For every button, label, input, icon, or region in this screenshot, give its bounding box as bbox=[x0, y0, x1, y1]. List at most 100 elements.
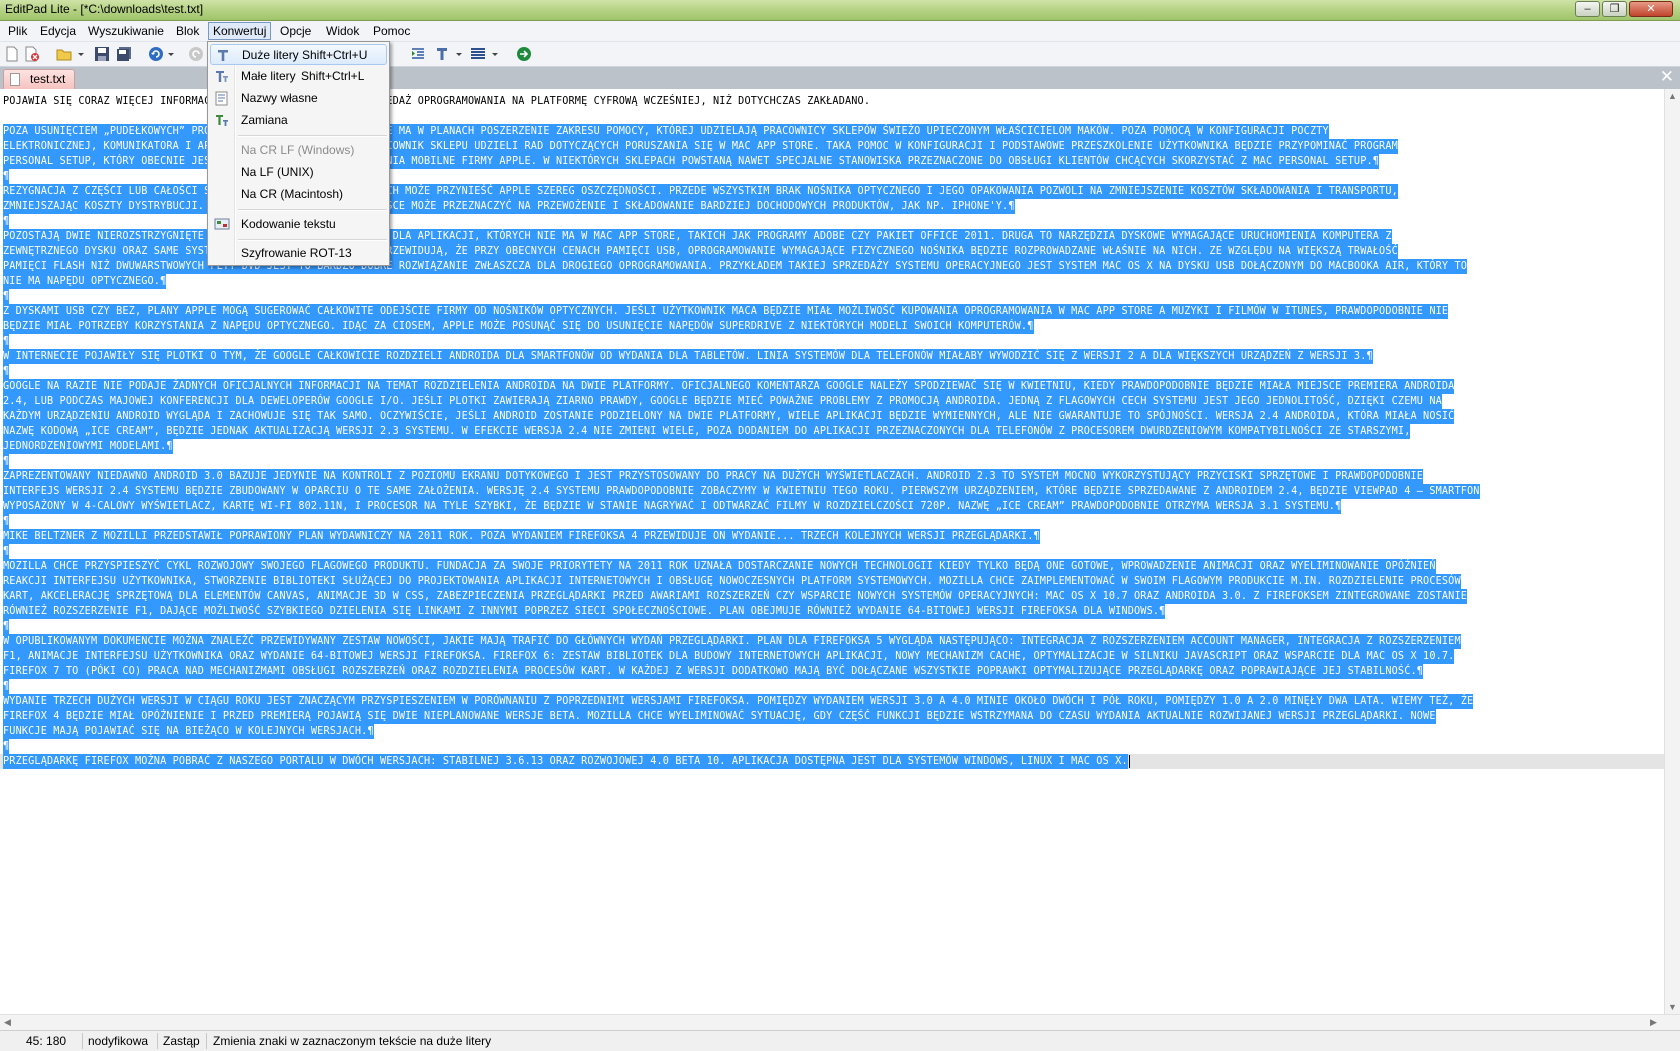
editor-line: JEDNORDZENIOWYMI MODELAMI.¶ bbox=[3, 439, 173, 454]
editor-line: FUNKCJE MAJĄ POJAWIAĆ SIĘ NA BIEŻĄCO W K… bbox=[3, 724, 374, 739]
text-caret bbox=[1128, 755, 1130, 768]
paragraph-mark-icon: ¶ bbox=[1372, 156, 1380, 167]
paragraph-mark-icon: ¶ bbox=[3, 546, 10, 557]
editor-line: PRZEGLĄDARKĘ FIREFOX MOŻNA POBRAĆ Z NASZ… bbox=[3, 754, 1128, 769]
menu-item-uppercase[interactable]: Duże litery Shift+Ctrl+U bbox=[210, 44, 387, 65]
undo-icon[interactable] bbox=[148, 46, 164, 62]
encoding-icon bbox=[214, 216, 230, 232]
menu-opcje[interactable]: Opcje bbox=[276, 22, 315, 40]
editor-line: POZA USUNIĘCIEM „PUDEŁKOWYCH” PROGRAMÓW … bbox=[3, 124, 1329, 139]
minimize-button[interactable]: – bbox=[1575, 1, 1600, 17]
menu-item-lowercase[interactable]: Małe litery Shift+Ctrl+L bbox=[210, 66, 387, 87]
close-file-icon[interactable] bbox=[24, 46, 40, 62]
block-icon[interactable] bbox=[470, 46, 486, 62]
editor-line: ZMNIEJSZAJĄC KOSZTY DYSTRYBUCJI. DODATKO… bbox=[3, 199, 1015, 214]
menu-konwertuj[interactable]: Konwertuj bbox=[208, 22, 272, 40]
editor-line: W INTERNECIE POJAWIŁY SIĘ PLOTKI O TYM, … bbox=[3, 349, 1373, 364]
editor-line: ZAPREZENTOWANY NIEDAWNO ANDROID 3.0 BAZU… bbox=[3, 469, 1424, 484]
scroll-down-arrow-icon[interactable]: ▼ bbox=[1668, 1002, 1677, 1012]
editor-line: BĘDZIE MIAŁ POTRZEBY KORZYSTANIA Z NAPĘD… bbox=[3, 319, 1034, 334]
close-tab-icon[interactable]: ✕ bbox=[1660, 68, 1674, 85]
editor-line: NAZWĘ KODOWĄ „ICE CREAM”, BĘDZIE JEDNAK … bbox=[3, 424, 1411, 439]
status-hint: Zmienia znaki w zaznaczonym tekście na d… bbox=[213, 1034, 492, 1048]
paragraph-mark-icon: ¶ bbox=[1159, 606, 1166, 617]
lowercase-icon bbox=[214, 68, 230, 84]
vertical-scrollbar[interactable]: ▲ ▼ bbox=[1664, 89, 1680, 1014]
editor-line: ¶ bbox=[3, 544, 10, 559]
editor-line: FIREFOX 7 TO (PÓKI CO) PRACA NAD MECHANI… bbox=[3, 664, 1424, 679]
konwertuj-dropdown-menu: Duże litery Shift+Ctrl+U Małe litery Shi… bbox=[207, 41, 390, 266]
paragraph-mark-icon: ¶ bbox=[1366, 351, 1373, 362]
paragraph-mark-icon: ¶ bbox=[1335, 501, 1342, 512]
scroll-right-arrow-icon[interactable]: ▶ bbox=[1650, 1017, 1657, 1028]
horizontal-scrollbar[interactable]: ◀ ▶ bbox=[0, 1014, 1680, 1030]
editor-line: REAKCJI INTERFEJSU UŻYTKOWNIKA, STWORZEN… bbox=[3, 574, 1461, 589]
redo-icon[interactable] bbox=[188, 46, 204, 62]
editor-line: MOZILLA CHCE PRZYSPIESZYĆ CYKL ROZWOJOWY… bbox=[3, 559, 1436, 574]
editor-line: ¶ bbox=[3, 514, 10, 529]
editor-line: MIKE BELTZNER Z MOZILLI PRZEDSTAWIŁ POPR… bbox=[3, 529, 1040, 544]
menu-item-text-encoding[interactable]: Kodowanie tekstu bbox=[210, 214, 387, 235]
editor-line: WYPOSAŻONY W 4-CALOWY WYŚWIETLACZ, KARTĘ… bbox=[3, 499, 1342, 514]
menu-pomoc[interactable]: Pomoc bbox=[369, 22, 414, 40]
menu-blok[interactable]: Blok bbox=[172, 22, 203, 40]
paragraph-mark-icon: ¶ bbox=[3, 291, 10, 302]
save-icon[interactable] bbox=[94, 46, 110, 62]
editor-line: ¶ bbox=[3, 334, 10, 349]
cursor-position: 45: 180 bbox=[26, 1034, 67, 1048]
editor-line: ¶ bbox=[3, 739, 10, 754]
new-file-icon[interactable] bbox=[4, 46, 20, 62]
menu-item-lf-unix[interactable]: Na LF (UNIX) bbox=[210, 162, 387, 183]
close-button[interactable]: ✕ bbox=[1629, 1, 1673, 17]
title-bar: EditPad Lite - [*C:\downloads\test.txt] … bbox=[0, 0, 1680, 21]
paragraph-mark-icon: ¶ bbox=[3, 171, 10, 182]
paragraph-mark-icon: ¶ bbox=[3, 621, 10, 632]
font-icon[interactable] bbox=[434, 46, 450, 62]
menu-plik[interactable]: Plik bbox=[4, 22, 31, 40]
paragraph-mark-icon: ¶ bbox=[1008, 201, 1015, 212]
window-title: EditPad Lite - [*C:\downloads\test.txt] bbox=[5, 2, 204, 16]
scroll-left-arrow-icon[interactable]: ◀ bbox=[4, 1017, 11, 1028]
indent-icon[interactable] bbox=[410, 46, 426, 62]
menu-item-swapcase[interactable]: Zamiana bbox=[210, 110, 387, 131]
paragraph-mark-icon: ¶ bbox=[3, 216, 10, 227]
restore-button[interactable]: ❐ bbox=[1602, 1, 1627, 17]
menu-item-rot13[interactable]: Szyfrowanie ROT-13 bbox=[210, 243, 387, 264]
menu-item-crlf-windows: Na CR LF (Windows) bbox=[241, 143, 355, 157]
tab-test-txt[interactable]: test.txt bbox=[3, 69, 75, 89]
editor-line: RÓWNIEŻ ROZSZERZENIE F1, DAJĄCE MOŻLIWOŚ… bbox=[3, 604, 1166, 619]
paragraph-mark-icon: ¶ bbox=[1416, 666, 1424, 677]
editor-line: 2.4, LUB PODCZAS MAJOWEJ KONFERENCJI DLA… bbox=[3, 394, 1442, 409]
undo-dropdown-arrow-icon[interactable] bbox=[166, 46, 176, 62]
open-icon[interactable] bbox=[56, 46, 72, 62]
menu-item-cr-macintosh[interactable]: Na CR (Macintosh) bbox=[210, 184, 387, 205]
menu-item-propercase[interactable]: Nazwy własne bbox=[210, 88, 387, 109]
editor-line: ¶ bbox=[3, 214, 10, 229]
block-dropdown-arrow-icon[interactable] bbox=[490, 46, 500, 62]
editor-line: WYDANIE TRZECH DUŻYCH WERSJI W CIĄGU ROK… bbox=[3, 694, 1474, 709]
editor-line: KAŻDYM URZĄDZENIU ANDROID WYGLĄDA I ZACH… bbox=[3, 409, 1455, 424]
menu-edycja[interactable]: Edycja bbox=[36, 22, 80, 40]
paragraph-mark-icon: ¶ bbox=[166, 441, 173, 452]
editor-line: Z DYSKAMI USB CZY BEZ, PLANY APPLE MOGĄ … bbox=[3, 304, 1449, 319]
overwrite-mode[interactable]: Zastąp bbox=[163, 1034, 200, 1048]
editor-line: INTERFEJS WERSJI 2.4 SYSTEMU BĘDZIE ZBUD… bbox=[3, 484, 1480, 499]
menu-widok[interactable]: Widok bbox=[322, 22, 363, 40]
paragraph-mark-icon: ¶ bbox=[367, 726, 374, 737]
web-icon[interactable] bbox=[516, 46, 532, 62]
editor-line: ¶ bbox=[3, 289, 10, 304]
uppercase-icon bbox=[215, 47, 231, 63]
status-bar: 45: 180 nodyfikowa Zastąp Zmienia znaki … bbox=[0, 1030, 1680, 1051]
paragraph-mark-icon: ¶ bbox=[160, 276, 167, 287]
editor-line: ¶ bbox=[3, 619, 10, 634]
menu-wyszukiwanie[interactable]: Wyszukiwanie bbox=[84, 22, 168, 40]
editor-line: W OPUBLIKOWANYM DOKUMENCIE MOŻNA ZNALEŹĆ… bbox=[3, 634, 1461, 649]
swapcase-icon bbox=[214, 112, 230, 128]
editor-line: KART, AKCELERACJĘ SPRZĘTOWĄ DLA ELEMENTÓ… bbox=[3, 589, 1468, 604]
save-all-icon[interactable] bbox=[116, 46, 132, 62]
tab-label: test.txt bbox=[30, 72, 66, 86]
font-dropdown-arrow-icon[interactable] bbox=[454, 46, 464, 62]
scroll-up-arrow-icon[interactable]: ▲ bbox=[1668, 91, 1677, 101]
paragraph-mark-icon: ¶ bbox=[3, 456, 10, 467]
open-dropdown-arrow-icon[interactable] bbox=[76, 46, 86, 62]
